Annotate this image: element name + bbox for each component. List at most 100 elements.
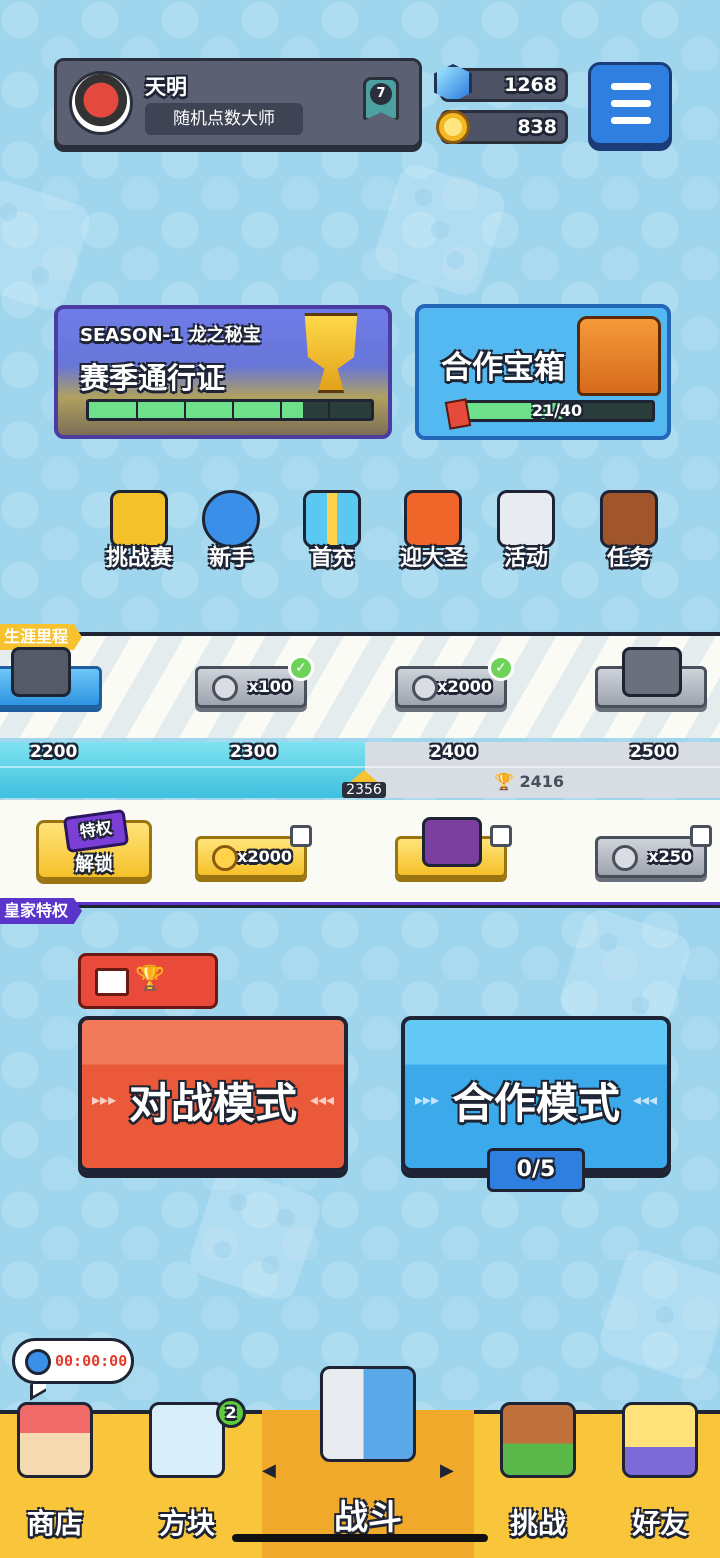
timer-text: 00:00:00 (55, 1352, 128, 1370)
coop-progress-bar: 21/40 (459, 400, 655, 422)
dice-decoration (185, 1165, 325, 1305)
challenge-board-icon (500, 1402, 576, 1478)
next-trophy-value: 2416 (519, 772, 565, 791)
notification-badge: 2 (216, 1398, 246, 1428)
next-trophy: 🏆 2416 (494, 772, 564, 791)
privilege-badge: 特权 (62, 808, 130, 854)
upgrade-rewards-icon: 🏆 (135, 964, 165, 992)
coin-icon (436, 110, 470, 144)
milestone-label: 2400 (430, 742, 478, 762)
season-progress-fill (89, 402, 304, 418)
milestone-label: 2300 (230, 742, 278, 762)
mystery-block-icon (149, 1402, 225, 1478)
gold-coin-icon (212, 845, 238, 871)
coop-chest-card[interactable]: 合作宝箱 21/40 (415, 304, 671, 440)
chevron-left-icon: ◂◂◂ (309, 1090, 334, 1109)
feature-label: 活动 (503, 546, 548, 571)
arrow-left-icon[interactable]: ◀ (262, 1460, 276, 1481)
silver-coin-icon (412, 675, 438, 701)
dice-icon (212, 675, 238, 701)
reward-label: x2000 (237, 847, 292, 866)
feature-challenge[interactable]: 挑战赛 (96, 490, 182, 580)
feature-welcome-sage[interactable]: 迎大圣 (390, 490, 476, 580)
coop-mode-label: 合作模式 (451, 1079, 620, 1128)
royal-divider (0, 902, 720, 908)
feature-label: 迎大圣 (399, 546, 466, 571)
stopwatch-icon (25, 1349, 51, 1375)
royal-unlock-button[interactable]: 特权 解锁 (36, 808, 152, 880)
timer-bubble: 00:00:00 (12, 1338, 134, 1384)
milestone-label: 2200 (30, 742, 78, 762)
friends-icon (622, 1402, 698, 1478)
battle-mode-button[interactable]: 对战模式 ▸▸▸ ◂◂◂ (78, 1016, 348, 1172)
coop-progress-label: 21/40 (531, 401, 583, 420)
sword-shield-icon (320, 1366, 416, 1462)
dice-decoration (595, 1245, 720, 1385)
coop-mode-button[interactable]: 合作模式 ▸▸▸ ◂◂◂ 0/5 (401, 1016, 671, 1192)
dice-icon (612, 845, 638, 871)
menu-button[interactable] (588, 62, 672, 146)
milestone-label: 2500 (630, 742, 678, 762)
coop-chest-title: 合作宝箱 (441, 350, 565, 386)
reward-label: x250 (648, 847, 692, 866)
nav-battle-label: 战斗 (334, 1498, 402, 1538)
feature-label: 任务 (606, 546, 651, 571)
nav-challenge-label: 挑战 (509, 1507, 566, 1540)
lock-icon (490, 825, 512, 847)
purple-chest-icon (422, 817, 482, 867)
video-play-icon (95, 968, 129, 996)
royal-privilege-tag: 皇家特权 (0, 898, 83, 924)
nav-challenge[interactable]: 挑战 (478, 1402, 598, 1558)
season-progress-bar (86, 399, 374, 421)
chevron-right-icon: ▸▸▸ (92, 1090, 117, 1109)
player-name: 天明 (145, 75, 187, 99)
player-title: 随机点数大师 (145, 103, 303, 135)
skull-chest-icon (11, 647, 71, 697)
season-subtitle: SEASON-1 龙之秘宝 (80, 325, 261, 346)
nav-friends-label: 好友 (631, 1507, 688, 1540)
claimed-check-icon: ✓ (288, 655, 314, 681)
battle-mode-label: 对战模式 (128, 1079, 297, 1128)
feature-first-recharge[interactable]: 首充 (289, 490, 375, 580)
feature-newbie[interactable]: 新手 (188, 490, 274, 580)
feature-events[interactable]: 活动 (483, 490, 569, 580)
nav-shop-label: 商店 (26, 1507, 83, 1540)
card-icon (444, 398, 472, 430)
watch-ad-button[interactable]: 🏆 (78, 953, 218, 1009)
feature-label: 新手 (208, 546, 253, 571)
coop-daily-count: 0/5 (487, 1148, 585, 1192)
current-trophy-value: 2356 (342, 782, 386, 798)
chevron-right-icon: ▸▸▸ (415, 1090, 440, 1109)
silver-chest-icon (622, 647, 682, 697)
shop-icon (17, 1402, 93, 1478)
player-profile-card[interactable]: 天明 随机点数大师 7 (54, 58, 422, 148)
lock-icon (690, 825, 712, 847)
season-pass-title: 赛季通行证 (80, 361, 226, 395)
reward-label: x100 (248, 677, 292, 696)
reward-label: x2000 (437, 677, 492, 696)
nav-blocks[interactable]: 方块 (128, 1402, 246, 1558)
dice-decoration (0, 175, 95, 315)
dice-decoration (370, 160, 510, 300)
trophy-icon (304, 313, 358, 393)
trophy-icon: 🏆 (494, 772, 514, 791)
current-trophy-marker: 2356 (342, 770, 386, 804)
reward-silver-chest[interactable] (595, 647, 707, 708)
claimed-check-icon: ✓ (488, 655, 514, 681)
season-pass-card[interactable]: SEASON-1 龙之秘宝 赛季通行证 (54, 305, 392, 439)
lock-icon (290, 825, 312, 847)
reward-skull-chest[interactable] (0, 647, 102, 708)
nav-friends[interactable]: 好友 (600, 1402, 720, 1558)
home-indicator (232, 1534, 488, 1542)
chest-icon (577, 316, 661, 396)
feature-label: 首充 (309, 546, 354, 571)
avatar[interactable] (69, 71, 133, 135)
rank-number: 7 (370, 83, 392, 105)
unlock-label: 解锁 (74, 853, 113, 875)
nav-blocks-label: 方块 (158, 1507, 215, 1540)
arrow-right-icon[interactable]: ▶ (440, 1460, 454, 1481)
feature-label: 挑战赛 (105, 546, 172, 571)
chevron-left-icon: ◂◂◂ (632, 1090, 657, 1109)
feature-tasks[interactable]: 任务 (586, 490, 672, 580)
nav-shop[interactable]: 商店 (0, 1402, 110, 1558)
